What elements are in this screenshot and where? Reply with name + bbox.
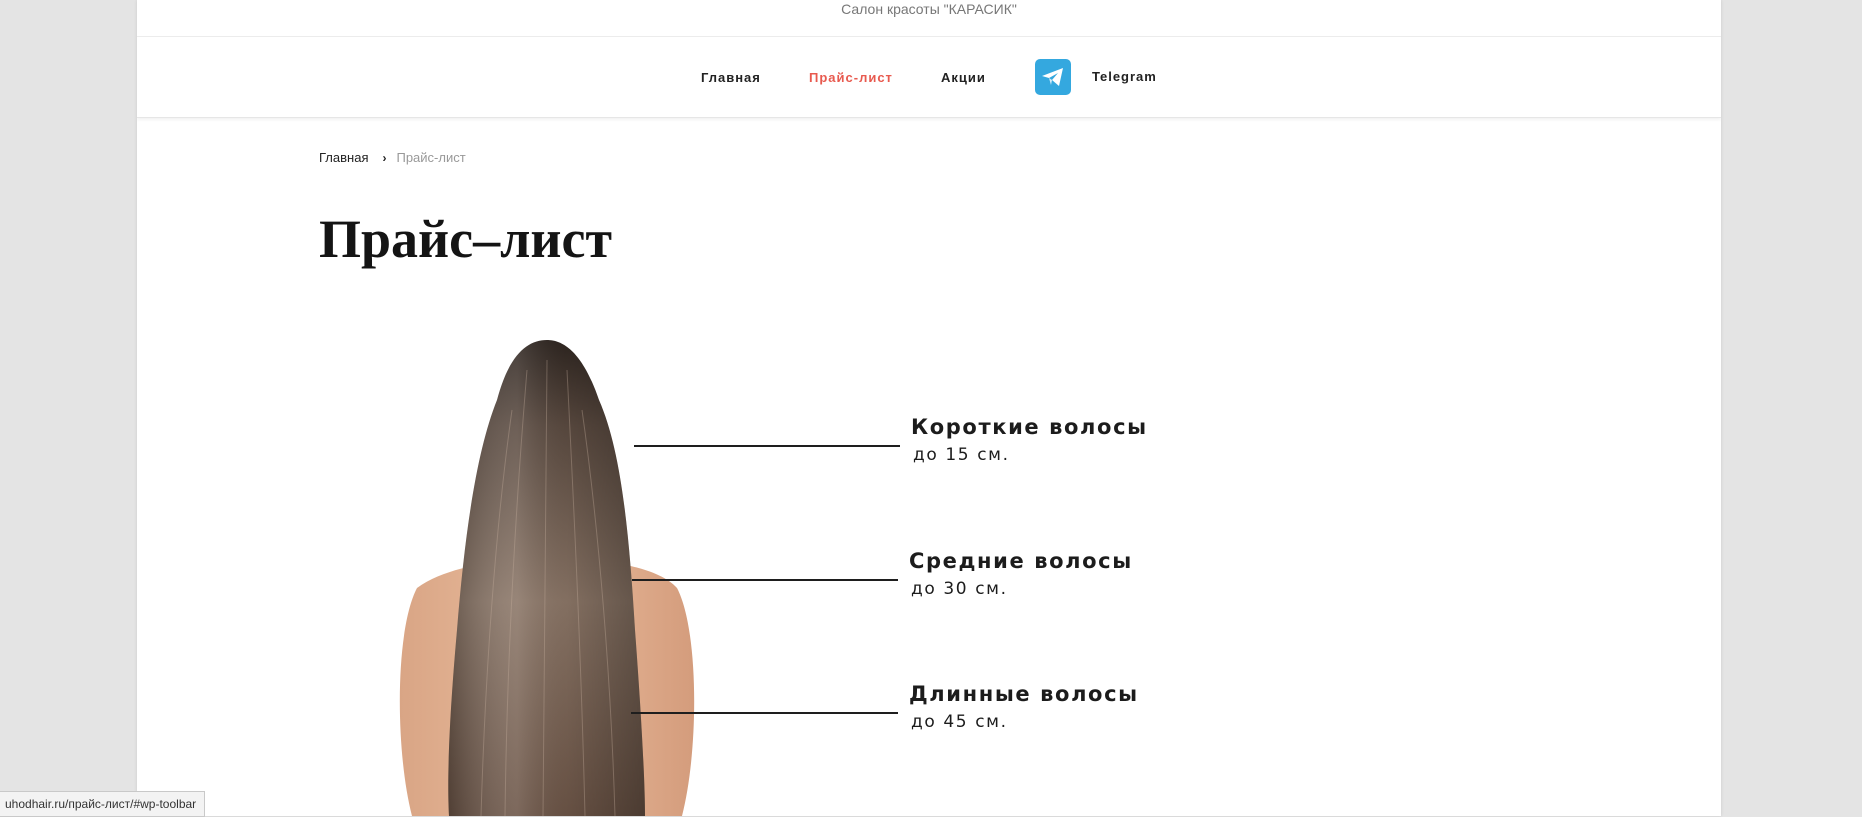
hair-length-illustration — [399, 340, 695, 816]
top-bar: Салон красоты "КАРАСИК" — [137, 0, 1721, 37]
site-tagline: Салон красоты "КАРАСИК" — [841, 1, 1017, 17]
hair-length-name: Средние волосы — [909, 549, 1133, 573]
breadcrumb: Главная › Прайс-лист — [319, 150, 466, 165]
nav-link-telegram[interactable]: Telegram — [1092, 69, 1157, 84]
breadcrumb-home-link[interactable]: Главная — [319, 150, 368, 165]
main-navigation: Главная Прайс-лист Акции Telegram — [137, 37, 1721, 118]
nav-link-promotions[interactable]: Акции — [941, 70, 986, 85]
marker-line — [632, 579, 898, 581]
telegram-icon[interactable] — [1035, 59, 1071, 95]
marker-line — [634, 445, 900, 447]
hair-length-value: до 30 см. — [911, 579, 1008, 599]
breadcrumb-current: Прайс-лист — [396, 150, 466, 165]
page-container: Салон красоты "КАРАСИК" Главная Прайс-ли… — [137, 0, 1721, 816]
hair-length-value: до 15 см. — [913, 445, 1010, 465]
nav-link-price-list[interactable]: Прайс-лист — [809, 70, 893, 85]
marker-line — [631, 712, 898, 714]
nav-link-home[interactable]: Главная — [701, 70, 761, 85]
hair-length-name: Короткие волосы — [911, 415, 1148, 439]
hair-length-name: Длинные волосы — [909, 682, 1139, 706]
hair-length-value: до 45 см. — [911, 712, 1008, 732]
browser-status-url: uhodhair.ru/прайс-лист/#wp-toolbar — [0, 791, 206, 817]
page-title: Прайс–лист — [319, 209, 613, 269]
chevron-right-icon: › — [382, 150, 387, 165]
